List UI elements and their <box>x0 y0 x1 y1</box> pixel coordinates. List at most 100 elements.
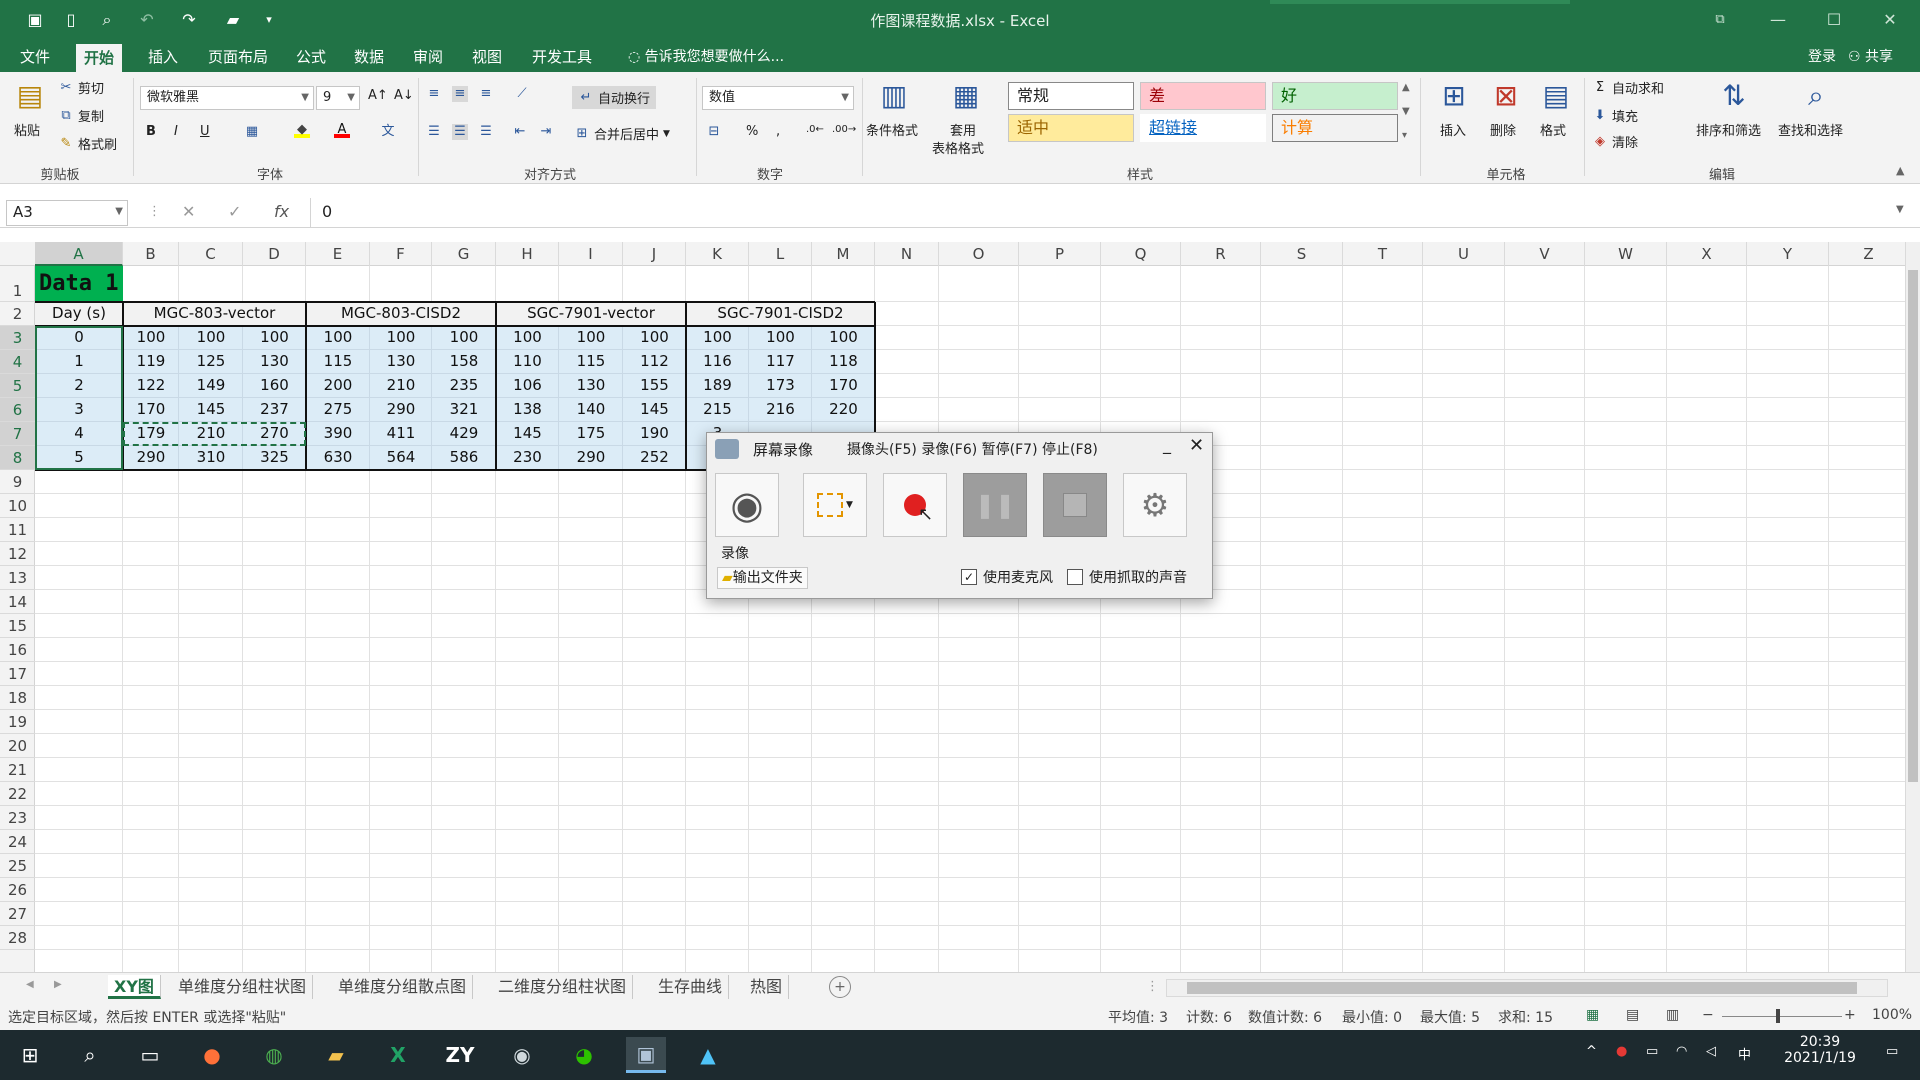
data-cell[interactable]: 100 <box>179 326 243 350</box>
column-header[interactable]: G <box>432 242 496 266</box>
file-explorer-icon[interactable]: ▰ <box>316 1037 356 1073</box>
data-cell[interactable]: 100 <box>496 326 559 350</box>
data-cell[interactable]: 390 <box>306 422 370 446</box>
data-cell[interactable]: 130 <box>370 350 432 374</box>
record-button[interactable]: ↖ <box>883 473 947 537</box>
tab-splitter-icon[interactable]: ⋮ <box>1146 979 1159 994</box>
data-cell[interactable]: 125 <box>179 350 243 374</box>
delete-cells-icon[interactable]: ⊠ <box>1486 76 1526 116</box>
find-select-icon[interactable]: ⌕ <box>1796 76 1836 116</box>
data-cell[interactable]: 160 <box>243 374 306 398</box>
column-header[interactable]: S <box>1261 242 1343 266</box>
row-header[interactable]: 14 <box>0 590 35 614</box>
row-header[interactable]: 8 <box>0 446 35 470</box>
grow-font-button[interactable]: A↑ <box>368 88 388 103</box>
insert-cells-button[interactable]: 插入 <box>1440 120 1466 139</box>
normal-view-icon[interactable]: ▦ <box>1586 1007 1599 1023</box>
orientation-button[interactable]: ⟋ <box>514 86 530 102</box>
horizontal-scrollbar[interactable] <box>1166 979 1888 997</box>
data-cell[interactable]: 310 <box>179 446 243 470</box>
row-header[interactable]: 7 <box>0 422 35 446</box>
data-cell[interactable]: 321 <box>432 398 496 422</box>
align-bottom-button[interactable]: ≡ <box>478 86 494 102</box>
paste-icon[interactable]: ▤ <box>10 76 50 116</box>
column-header[interactable]: V <box>1505 242 1585 266</box>
data-cell[interactable]: 100 <box>243 326 306 350</box>
data-cell[interactable]: 119 <box>123 350 179 374</box>
column-header[interactable]: H <box>496 242 559 266</box>
group-header-cell[interactable]: MGC-803-vector <box>123 302 306 326</box>
column-header[interactable]: R <box>1181 242 1261 266</box>
row-header[interactable]: 15 <box>0 614 35 638</box>
column-header[interactable]: I <box>559 242 623 266</box>
data-cell[interactable]: 140 <box>559 398 623 422</box>
sheet-tab[interactable]: 二维度分组柱状图 <box>492 975 634 999</box>
row-header[interactable]: 20 <box>0 734 35 758</box>
cancel-entry-icon[interactable]: ✕ <box>182 202 195 221</box>
notifications-icon[interactable]: ▭ <box>1886 1044 1898 1059</box>
format-cells-button[interactable]: 格式 <box>1540 120 1566 139</box>
fill-color-button[interactable]: ◆ <box>294 122 310 138</box>
data-cell[interactable]: 175 <box>559 422 623 446</box>
table-format-icon[interactable]: ▦ <box>946 76 986 116</box>
minimize-icon[interactable]: — <box>1758 6 1798 34</box>
insert-function-icon[interactable]: fx <box>274 202 289 221</box>
percent-button[interactable]: % <box>746 124 758 139</box>
bold-button[interactable]: B <box>146 124 156 139</box>
styles-scroll-down[interactable]: ▼ <box>1402 106 1410 117</box>
data-cell[interactable]: 235 <box>432 374 496 398</box>
row-header[interactable]: 28 <box>0 926 35 950</box>
data-cell[interactable]: 237 <box>243 398 306 422</box>
zoom-level[interactable]: 100% <box>1872 1007 1912 1023</box>
sort-filter-icon[interactable]: ⇅ <box>1714 76 1754 116</box>
data-cell[interactable]: 145 <box>496 422 559 446</box>
align-top-button[interactable]: ≡ <box>426 86 442 102</box>
wrap-text-button[interactable]: ↵ 自动换行 <box>572 86 657 109</box>
row-header[interactable]: 26 <box>0 878 35 902</box>
merge-center-button[interactable]: ⊞ 合并后居中 ▼ <box>574 124 670 144</box>
data-cell[interactable]: 145 <box>179 398 243 422</box>
tab-view[interactable]: 视图 <box>464 46 510 70</box>
format-painter-button[interactable]: ✎ 格式刷 <box>58 134 117 154</box>
add-sheet-button[interactable]: + <box>829 976 851 998</box>
recorder-taskbar-icon[interactable]: ◉ <box>502 1037 542 1073</box>
tab-data[interactable]: 数据 <box>346 46 392 70</box>
row-header[interactable]: 10 <box>0 494 35 518</box>
page-break-view-icon[interactable]: ▥ <box>1666 1007 1679 1023</box>
pause-button[interactable]: ❚❚ <box>963 473 1027 537</box>
decrease-indent-button[interactable]: ⇤ <box>512 124 528 140</box>
data-cell[interactable]: 190 <box>623 422 686 446</box>
find-select-button[interactable]: 查找和选择 <box>1778 120 1843 139</box>
data-cell[interactable]: 112 <box>623 350 686 374</box>
font-name-combo[interactable]: 微软雅黑 ▼ <box>140 86 314 110</box>
ribbon-display-icon[interactable]: ⧉ <box>1700 6 1740 34</box>
tray-app-icon[interactable]: ● <box>1616 1044 1627 1059</box>
style-normal[interactable]: 常规 <box>1008 82 1134 110</box>
data-cell[interactable]: 275 <box>306 398 370 422</box>
windows-start-icon[interactable]: ⊞ <box>10 1037 50 1073</box>
style-calculation[interactable]: 计算 <box>1272 114 1398 142</box>
data-cell[interactable]: 158 <box>432 350 496 374</box>
tell-me-search[interactable]: ◌ 告诉我您想要做什么... <box>620 46 792 70</box>
align-right-button[interactable]: ☰ <box>478 124 494 140</box>
data-cell[interactable]: 210 <box>370 374 432 398</box>
cut-button[interactable]: ✂ 剪切 <box>58 78 104 98</box>
share-button[interactable]: ⚇ 共享 <box>1840 46 1901 70</box>
column-header[interactable]: A <box>35 242 123 266</box>
data-cell[interactable]: 100 <box>432 326 496 350</box>
sheet-tab[interactable]: 单维度分组柱状图 <box>172 975 314 999</box>
style-neutral[interactable]: 适中 <box>1008 114 1134 142</box>
column-header[interactable]: N <box>875 242 939 266</box>
use-mic-checkbox[interactable]: ✓ <box>961 569 977 585</box>
data-cell[interactable]: 564 <box>370 446 432 470</box>
login-link[interactable]: 登录 <box>1800 46 1844 70</box>
row-header[interactable]: 19 <box>0 710 35 734</box>
column-header[interactable]: Q <box>1101 242 1181 266</box>
row-header[interactable]: 13 <box>0 566 35 590</box>
data-cell[interactable]: 100 <box>306 326 370 350</box>
row-header[interactable]: 27 <box>0 902 35 926</box>
zoom-slider[interactable] <box>1722 1016 1842 1017</box>
data-cell[interactable]: 130 <box>243 350 306 374</box>
style-hyperlink[interactable]: 超链接 <box>1140 114 1266 142</box>
sheet-tab[interactable]: 生存曲线 <box>652 975 730 999</box>
